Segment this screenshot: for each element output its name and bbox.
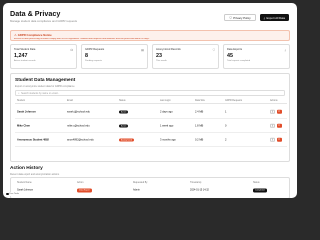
stat-label: GDPR Requests bbox=[85, 48, 105, 51]
history-subtitle: Recent data export and anonymization act… bbox=[10, 173, 60, 176]
search-icon: ⌕ bbox=[18, 91, 20, 95]
requested-by: Admin bbox=[133, 188, 140, 192]
status-badge: Active bbox=[119, 124, 129, 128]
trash-icon[interactable]: ✕ bbox=[276, 109, 282, 114]
stat-label: Anonymized Records bbox=[156, 48, 181, 51]
action-badge: Data Export bbox=[77, 188, 92, 193]
column-header: Status bbox=[253, 181, 260, 184]
stat-sub: This month bbox=[156, 60, 167, 62]
status-badge: Anonymized bbox=[119, 138, 135, 142]
stat-label: Data Exports bbox=[227, 48, 242, 51]
stat-label: Total Student Data bbox=[14, 48, 36, 51]
download-icon[interactable]: ⤓ bbox=[270, 137, 275, 142]
gdpr-requests: 2 bbox=[225, 138, 227, 141]
student-email: anon4892@school.edu bbox=[67, 138, 94, 141]
last-login: 2 days ago bbox=[160, 110, 173, 113]
student-email: sarah.j@school.edu bbox=[67, 110, 90, 113]
status-badge: Completed bbox=[253, 188, 267, 193]
database-icon: ⛁ bbox=[70, 47, 73, 52]
gdpr-alert: ⚠GDPR Compliance Notice Ensure all data … bbox=[10, 30, 290, 41]
download-icon: ⤓ bbox=[284, 47, 286, 52]
page-header: Data & Privacy Manage student data compl… bbox=[10, 9, 77, 23]
column-header: Last Login bbox=[160, 100, 171, 102]
download-icon[interactable]: ⤓ bbox=[270, 109, 275, 114]
stat-card-anonymized: Anonymized Records 23 This month ⛉ bbox=[152, 44, 219, 69]
data-size: 2.4 MB bbox=[195, 110, 204, 113]
column-header: GDPR Requests bbox=[225, 100, 242, 102]
timestamp: 2024-01-15 14:32 bbox=[190, 188, 209, 192]
column-header: Action bbox=[77, 181, 84, 184]
shield-icon: ⛉ bbox=[212, 47, 215, 52]
export-all-label: Export All Data bbox=[266, 15, 286, 20]
column-header: Requested By bbox=[133, 181, 148, 184]
table-header: Student Email Status Last Login Data Siz… bbox=[15, 99, 287, 104]
last-login: 1 week ago bbox=[160, 124, 174, 127]
gdpr-requests: 0 bbox=[225, 124, 227, 127]
stat-card-total: Total Student Data 1,247 Active student … bbox=[10, 44, 77, 69]
student-email: mike.c@school.edu bbox=[67, 124, 90, 127]
column-header: Status bbox=[119, 100, 126, 102]
gdpr-requests: 1 bbox=[225, 110, 227, 113]
file-icon: ▤ bbox=[141, 47, 144, 52]
privacy-policy-label: Privacy Policy bbox=[233, 15, 251, 20]
page-subtitle: Manage student data compliance and GDPR … bbox=[10, 19, 78, 23]
search-input[interactable]: ⌕ Search students by name or email... bbox=[15, 90, 285, 96]
shield-icon: ⛉ bbox=[229, 15, 232, 20]
table-row: Mike Chen mike.c@school.edu Active 1 wee… bbox=[15, 119, 287, 133]
download-icon: ⤓ bbox=[263, 15, 265, 20]
header-actions: ⛉ Privacy Policy ⤓ Export All Data bbox=[224, 14, 289, 21]
student-data-panel: Student Data Management Export or anonym… bbox=[10, 73, 290, 162]
student-name: Anonymous Student 4892 bbox=[17, 138, 49, 141]
trash-icon[interactable]: ✕ bbox=[276, 137, 282, 142]
stat-sub: Total exports completed bbox=[227, 60, 251, 62]
stat-value: 1,247 bbox=[14, 53, 28, 59]
last-login: 3 months ago bbox=[160, 138, 176, 141]
stats-cards: Total Student Data 1,247 Active student … bbox=[10, 44, 290, 69]
stat-value: 23 bbox=[156, 53, 162, 59]
search-placeholder: Search students by name or email... bbox=[21, 91, 60, 95]
export-all-button[interactable]: ⤓ Export All Data bbox=[259, 14, 289, 21]
stat-sub: Pending requests bbox=[85, 60, 103, 62]
history-row: Sarah Johnson Data Export Admin 2024-01-… bbox=[15, 187, 287, 193]
stat-sub: Active student records bbox=[14, 60, 36, 62]
table-row: Anonymous Student 4892 anon4892@school.e… bbox=[15, 133, 287, 147]
stat-value: 45 bbox=[227, 53, 233, 59]
panel-subtitle: Export or anonymize student data for GDP… bbox=[15, 85, 75, 88]
dev-tools-toggle[interactable]: Dev Tools bbox=[4, 191, 22, 196]
column-header: Email bbox=[67, 100, 73, 102]
download-icon[interactable]: ⤓ bbox=[270, 123, 275, 128]
warning-icon: ⚠ bbox=[14, 32, 17, 37]
alert-text: Ensure all data processing activities co… bbox=[14, 37, 150, 40]
toggle-icon bbox=[6, 192, 9, 195]
stat-card-gdpr: GDPR Requests 8 Pending requests ▤ bbox=[81, 44, 148, 69]
alert-title: GDPR Compliance Notice bbox=[17, 32, 52, 37]
app-window: Data & Privacy Manage student data compl… bbox=[3, 3, 297, 198]
column-header: Timestamp bbox=[190, 181, 202, 184]
data-size: 0.2 MB bbox=[195, 138, 204, 141]
column-header: Student bbox=[17, 100, 25, 102]
page-title: Data & Privacy bbox=[10, 9, 61, 18]
column-header: Data Size bbox=[195, 100, 205, 102]
panel-title: Student Data Management bbox=[15, 78, 76, 83]
data-size: 1.8 MB bbox=[195, 124, 204, 127]
stat-card-exports: Data Exports 45 Total exports completed … bbox=[223, 44, 290, 69]
stat-value: 8 bbox=[85, 53, 88, 59]
column-header: Student Name bbox=[17, 181, 32, 184]
column-header: Actions bbox=[270, 100, 278, 102]
privacy-policy-button[interactable]: ⛉ Privacy Policy bbox=[224, 14, 256, 21]
history-title: Action History bbox=[10, 166, 43, 171]
table-row: Sarah Johnson sarah.j@school.edu Active … bbox=[15, 105, 287, 119]
status-badge: Active bbox=[119, 110, 129, 114]
trash-icon[interactable]: ✕ bbox=[276, 123, 282, 128]
toggle-label: Dev Tools bbox=[9, 192, 20, 195]
student-name: Sarah Johnson bbox=[17, 110, 36, 113]
student-name: Mike Chen bbox=[17, 124, 30, 127]
action-history-table: Student Name Action Requested By Timesta… bbox=[10, 177, 290, 198]
